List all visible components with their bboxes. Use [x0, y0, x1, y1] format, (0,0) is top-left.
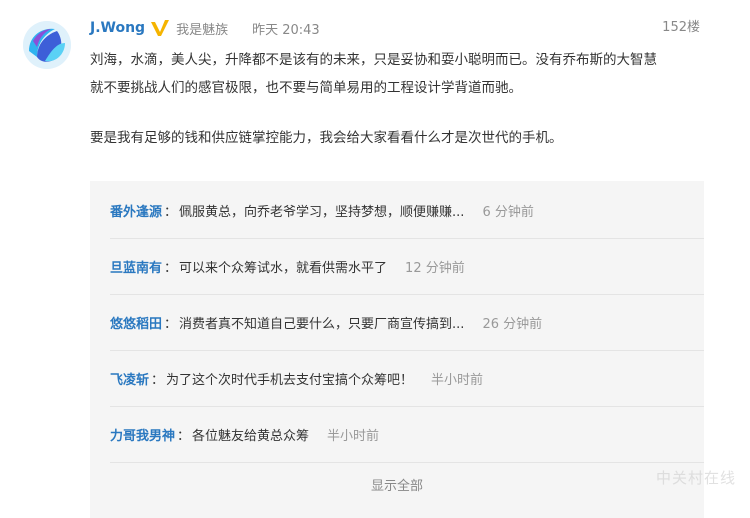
reply-colon: ： — [177, 429, 191, 444]
reply-username[interactable]: 飞凌斩 — [110, 369, 149, 388]
reply-item: 飞凌斩 ： 为了这个次时代手机去支付宝搞个众筹吧！ 半小时前 — [110, 351, 704, 407]
watermark-logo: 中关村在线 — [655, 469, 736, 487]
avatar-image — [23, 21, 71, 69]
reply-username[interactable]: 悠悠稻田 — [110, 313, 162, 332]
reply-time: 半小时前 — [431, 373, 484, 388]
reply-time: 12 分钟前 — [405, 261, 465, 276]
floor-number: 152楼 — [662, 20, 700, 35]
post-paragraph: 要是我有足够的钱和供应链掌控能力，我会给大家看看什么才是次世代的手机。 — [90, 130, 563, 146]
reply-text: 各位魅友给黄总众筹 — [192, 429, 310, 444]
reply-item: 番外逢源 ： 佩服黄总，向乔老爷学习，坚持梦想，顺便赚赚... 6 分钟前 — [110, 183, 704, 239]
post-paragraph: 刘海，水滴，美人尖，升降都不是该有的未来，只是妥协和耍小聪明而已。没有乔布斯的大… — [90, 52, 657, 68]
reply-item: 悠悠稻田 ： 消费者真不知道自己要什么，只要厂商宣传搞到... 26 分钟前 — [110, 295, 704, 351]
post-content: 刘海，水滴，美人尖，升降都不是该有的未来，只是妥协和耍小聪明而已。没有乔布斯的大… — [90, 46, 710, 152]
reply-username[interactable]: 旦蓝南有 — [110, 257, 162, 276]
reply-panel: 番外逢源 ： 佩服黄总，向乔老爷学习，坚持梦想，顺便赚赚... 6 分钟前 旦蓝… — [90, 181, 704, 518]
reply-time: 6 分钟前 — [482, 205, 534, 220]
reply-text: 消费者真不知道自己要什么，只要厂商宣传搞到... — [179, 317, 465, 332]
v-verified-icon — [150, 18, 170, 38]
user-group: 我是魅族 — [176, 22, 229, 38]
show-all-link[interactable]: 显示全部 — [90, 471, 704, 503]
reply-colon: ： — [164, 205, 178, 220]
avatar[interactable] — [23, 21, 71, 69]
reply-colon: ： — [164, 261, 178, 276]
reply-colon: ： — [164, 317, 178, 332]
post-paragraph: 就不要挑战人们的感官极限，也不要与简单易用的工程设计学背道而驰。 — [90, 80, 522, 96]
reply-text: 佩服黄总，向乔老爷学习，坚持梦想，顺便赚赚... — [179, 205, 465, 220]
reply-username[interactable]: 力哥我男神 — [110, 425, 175, 444]
post-header: J.Wong 我是魅族 昨天 20:43 — [90, 17, 320, 39]
reply-time: 半小时前 — [327, 429, 380, 444]
reply-item: 力哥我男神 ： 各位魅友给黄总众筹 半小时前 — [110, 407, 704, 463]
post-time: 昨天 20:43 — [252, 22, 320, 38]
reply-text: 可以来个众筹试水，就看供需水平了 — [179, 261, 388, 276]
reply-time: 26 分钟前 — [482, 317, 543, 332]
comment-post: J.Wong 我是魅族 昨天 20:43 152楼 刘海，水滴，美人尖，升降都不… — [0, 0, 750, 518]
reply-colon: ： — [151, 373, 165, 388]
reply-item: 旦蓝南有 ： 可以来个众筹试水，就看供需水平了 12 分钟前 — [110, 239, 704, 295]
reply-text: 为了这个次时代手机去支付宝搞个众筹吧！ — [166, 373, 414, 388]
reply-username[interactable]: 番外逢源 — [110, 201, 162, 220]
username-link[interactable]: J.Wong — [90, 20, 145, 36]
